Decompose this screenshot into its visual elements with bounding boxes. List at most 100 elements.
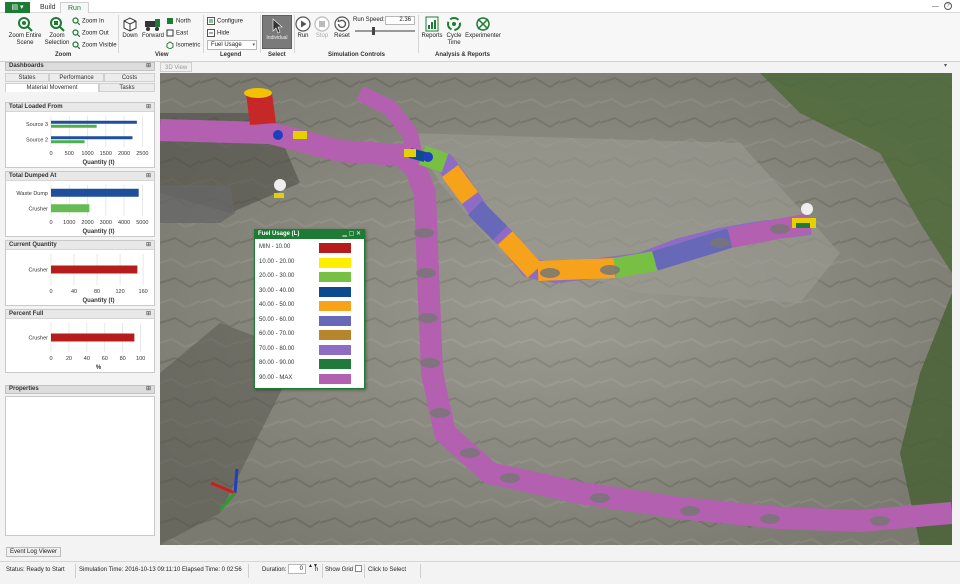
configure-icon bbox=[207, 17, 215, 25]
legend-configure-button[interactable]: Configure bbox=[207, 17, 243, 26]
tab-costs[interactable]: Costs bbox=[104, 73, 155, 82]
zoom-visible-label: Zoom Visible bbox=[82, 42, 117, 49]
legend-color-swatch bbox=[319, 257, 351, 268]
category-label: Source 2 bbox=[26, 137, 48, 143]
show-grid-checkbox[interactable] bbox=[355, 565, 362, 572]
card-title-text: Current Quantity bbox=[9, 242, 57, 248]
legend-item-label: 80.00 - 90.00 bbox=[259, 360, 295, 366]
status-bar: Status: Ready to Start Simulation Time: … bbox=[0, 561, 960, 584]
pin-icon[interactable]: ⊞ bbox=[146, 310, 151, 319]
legend-title-bar[interactable]: Fuel Usage (L) ▁ ▢ ✕ bbox=[255, 230, 364, 239]
tab-states[interactable]: States bbox=[5, 73, 49, 82]
legend-item: 10.00 - 20.00 bbox=[259, 257, 362, 270]
dashboard-card: Current Quantity ⊞ 0 40 80 120 160 Crusher Quant… bbox=[5, 240, 155, 306]
legend-hide-button[interactable]: Hide bbox=[207, 29, 229, 38]
legend-item: MIN - 10.00 bbox=[259, 242, 362, 255]
dashboard-card: Total Loaded From ⊞ 0 500 1000 1500 2000 2500 So… bbox=[5, 102, 155, 168]
left-pane: Dashboards ⊞ States Performance Costs Ma… bbox=[5, 62, 155, 542]
tick-label: 2500 bbox=[136, 151, 148, 157]
fuel-usage-legend-window[interactable]: Fuel Usage (L) ▁ ▢ ✕ MIN - 10.00 10.00 - … bbox=[254, 229, 365, 389]
tab-material-movement[interactable]: Material Movement bbox=[5, 83, 99, 92]
view-down-button[interactable]: Down bbox=[121, 16, 139, 40]
cube-down-icon bbox=[123, 17, 137, 32]
view-menu-chevron-icon[interactable]: ▾ bbox=[944, 62, 947, 69]
duration-input[interactable]: 0 bbox=[288, 564, 306, 574]
run-speed-slider[interactable] bbox=[355, 27, 415, 35]
tab-3d-view[interactable]: 3D View bbox=[160, 62, 193, 72]
legend-color-swatch bbox=[319, 373, 351, 384]
view-isometric-button[interactable]: Isometric bbox=[166, 41, 200, 50]
group-label-view: View bbox=[155, 52, 169, 58]
legend-item: 50.00 - 60.00 bbox=[259, 315, 362, 328]
legend-item: 90.00 - MAX bbox=[259, 373, 362, 386]
file-menu-button[interactable]: ▤ ▾ bbox=[5, 2, 30, 13]
pin-icon[interactable]: ⊞ bbox=[146, 172, 151, 181]
zoom-out-button[interactable]: Zoom Out bbox=[72, 29, 109, 38]
group-label-simulation-controls: Simulation Controls bbox=[328, 52, 385, 58]
tick-label: 4000 bbox=[118, 220, 130, 226]
zoom-entire-scene-button[interactable]: Zoom Entire Scene bbox=[5, 16, 45, 47]
run-speed-value[interactable]: 2.36 bbox=[385, 16, 415, 25]
tick-label: 2000 bbox=[81, 220, 93, 226]
reset-icon bbox=[334, 16, 350, 32]
reset-button[interactable]: Reset bbox=[333, 16, 351, 40]
stop-button[interactable]: Stop bbox=[314, 16, 330, 40]
divider bbox=[322, 564, 323, 578]
minimize-button[interactable]: — bbox=[932, 3, 939, 10]
legend-color-swatch bbox=[319, 286, 351, 297]
ribbon: Zoom Entire Scene Zoom Selection Zoom In… bbox=[0, 13, 960, 62]
help-button[interactable]: ? bbox=[944, 2, 952, 10]
card-title-text: Total Loaded From bbox=[9, 104, 63, 110]
experimenter-button[interactable]: Experimenter bbox=[465, 16, 501, 40]
view-east-button[interactable]: East bbox=[166, 29, 188, 38]
legend-color-swatch bbox=[319, 344, 351, 355]
road-gray bbox=[160, 185, 235, 223]
legend-type-select[interactable]: Fuel Usage ▾ bbox=[207, 40, 257, 50]
zoom-visible-button[interactable]: Zoom Visible bbox=[72, 41, 117, 50]
zoom-selection-button[interactable]: Zoom Selection bbox=[43, 16, 71, 47]
tick-label: 100 bbox=[136, 356, 145, 362]
event-log-viewer-button[interactable]: Event Log Viewer bbox=[6, 547, 61, 557]
zoom-selection-icon bbox=[50, 17, 65, 32]
properties-title: Properties bbox=[9, 386, 39, 392]
pin-icon[interactable]: ⊞ bbox=[146, 103, 151, 112]
group-label-zoom: Zoom bbox=[55, 52, 72, 58]
tab-build[interactable]: Build bbox=[33, 2, 63, 13]
tab-tasks[interactable]: Tasks bbox=[99, 83, 155, 92]
category-label: Waste Dump bbox=[16, 191, 48, 197]
run-speed-slider-thumb[interactable] bbox=[372, 27, 375, 35]
select-individual-label: Individual bbox=[266, 35, 288, 41]
tick-label: 1000 bbox=[81, 151, 93, 157]
tick-label: 0 bbox=[49, 289, 52, 295]
tick-label: 80 bbox=[120, 356, 126, 362]
axis-label: Quantity (t) bbox=[83, 298, 115, 304]
tab-performance[interactable]: Performance bbox=[49, 73, 104, 82]
reports-button[interactable]: Reports bbox=[421, 16, 443, 40]
legend-title: Fuel Usage (L) bbox=[258, 231, 300, 237]
zoom-out-icon bbox=[72, 29, 80, 37]
tick-label: 40 bbox=[71, 289, 77, 295]
divider bbox=[118, 15, 119, 53]
tab-run[interactable]: Run bbox=[60, 2, 89, 13]
zoom-in-button[interactable]: Zoom In bbox=[72, 17, 104, 26]
legend-item: 30.00 - 40.00 bbox=[259, 286, 362, 299]
legend-hide-label: Hide bbox=[217, 30, 230, 37]
click-to-select-label: Click to Select bbox=[368, 567, 407, 573]
view-east-label: East bbox=[176, 30, 189, 37]
cycle-time-button[interactable]: Cycle Time bbox=[445, 16, 463, 47]
card-title: Total Loaded From ⊞ bbox=[6, 103, 154, 112]
view-forward-button[interactable]: Forward bbox=[141, 16, 165, 40]
view-north-button[interactable]: North bbox=[166, 17, 191, 26]
zoom-selection-label: Zoom Selection bbox=[44, 33, 70, 46]
category-label: Crusher bbox=[28, 336, 48, 342]
pin-icon[interactable]: ⊞ bbox=[146, 386, 151, 393]
pin-icon[interactable]: ⊞ bbox=[146, 241, 151, 250]
bar-chart: 0 500 1000 1500 2000 2500 Source 3 Source 2 Quan… bbox=[26, 116, 148, 166]
axis-label: % bbox=[96, 365, 102, 371]
select-individual-button[interactable]: Individual bbox=[262, 15, 292, 49]
legend-window-controls[interactable]: ▁ ▢ ✕ bbox=[342, 230, 361, 239]
run-button[interactable]: Run bbox=[295, 16, 311, 40]
view-north-label: North bbox=[176, 18, 191, 25]
pin-icon[interactable]: ⊞ bbox=[146, 63, 151, 70]
dashboard-card: Total Dumped At ⊞ 0 1000 2000 3000 4000 5000 Was… bbox=[5, 171, 155, 237]
